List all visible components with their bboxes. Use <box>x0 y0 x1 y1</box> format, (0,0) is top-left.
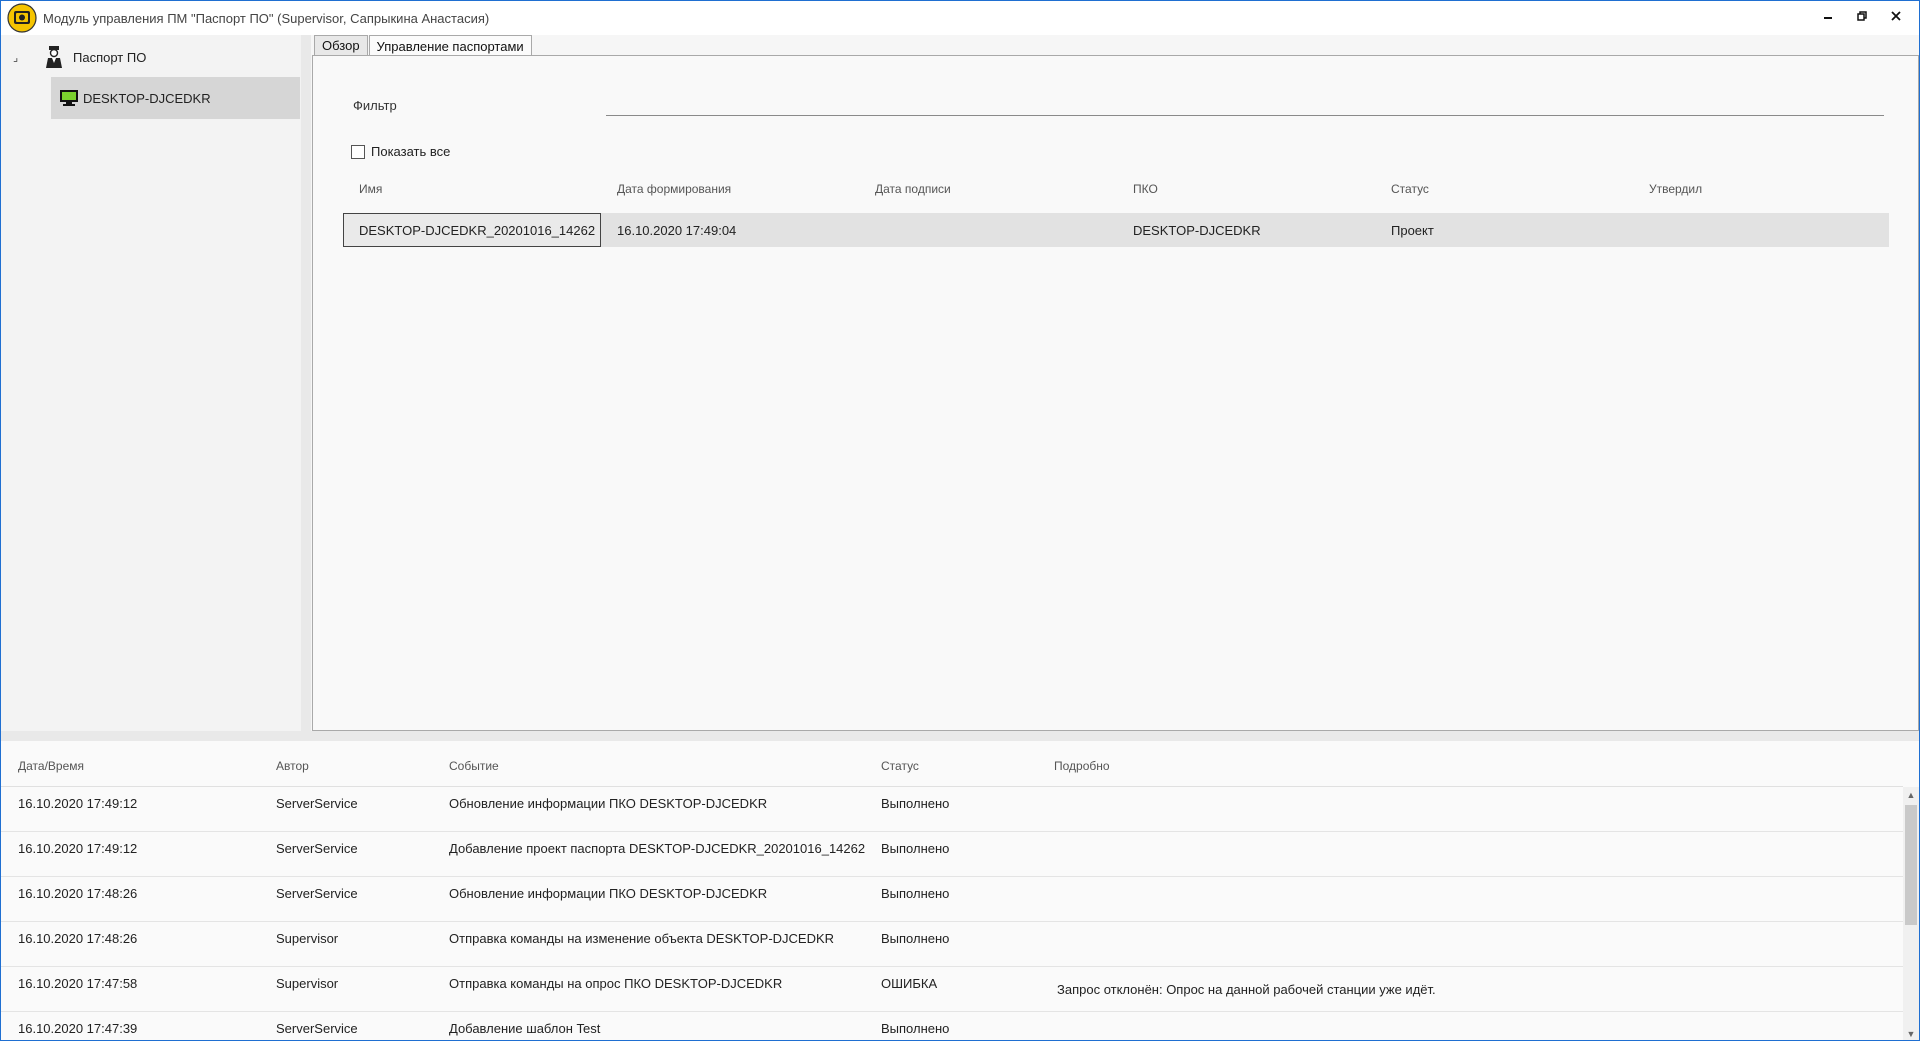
show-all-checkbox[interactable] <box>351 144 365 159</box>
log-grid-body: 16.10.2020 17:49:12 ServerService Обновл… <box>1 787 1903 1040</box>
scrollbar-thumb[interactable] <box>1905 805 1917 925</box>
passport-management-panel: Фильтр Показать все Имя Дата формировани… <box>312 55 1919 731</box>
log-cell-author: Supervisor <box>276 931 339 946</box>
log-cell-datetime: 16.10.2020 17:48:26 <box>18 931 138 946</box>
log-cell-author: Supervisor <box>276 976 339 991</box>
tab-overview[interactable]: Обзор <box>314 35 368 55</box>
log-cell-status: Выполнено <box>881 931 950 946</box>
log-grid-header: Дата/Время Автор Событие Статус Подробно <box>1 741 1903 787</box>
log-cell-details: Запрос отклонён: Опрос на данной рабочей… <box>1057 982 1436 997</box>
log-cell-author: ServerService <box>276 886 358 901</box>
show-all-label: Показать все <box>371 144 451 159</box>
log-column-event[interactable]: Событие <box>449 759 499 773</box>
log-cell-status: Выполнено <box>881 841 950 856</box>
column-header-pko[interactable]: ПКО <box>1133 182 1158 196</box>
log-column-author[interactable]: Автор <box>276 759 309 773</box>
log-cell-event: Отправка команды на изменение объекта DE… <box>449 931 835 946</box>
window-title: Модуль управления ПМ "Паспорт ПО" (Super… <box>43 10 490 26</box>
scroll-up-icon[interactable]: ▲ <box>1903 787 1919 803</box>
log-cell-datetime: 16.10.2020 17:47:58 <box>18 976 138 991</box>
vertical-splitter[interactable] <box>301 35 311 739</box>
filter-label: Фильтр <box>353 98 397 113</box>
window-controls <box>1811 1 1913 31</box>
scroll-down-icon[interactable]: ▼ <box>1903 1026 1919 1040</box>
log-cell-status: Выполнено <box>881 1021 950 1036</box>
cell-created: 16.10.2020 17:49:04 <box>617 222 737 238</box>
log-cell-datetime: 16.10.2020 17:49:12 <box>18 841 138 856</box>
log-scrollbar[interactable]: ▲ ▼ <box>1903 787 1919 1040</box>
cell-status: Проект <box>1391 222 1434 238</box>
title-bar: Модуль управления ПМ "Паспорт ПО" (Super… <box>1 1 1919 35</box>
log-cell-event: Обновление информации ПКО DESKTOP-DJCEDK… <box>449 886 768 901</box>
tree-item-root[interactable]: ⌟ Паспорт ПО <box>13 45 146 69</box>
cell-name[interactable]: DESKTOP-DJCEDKR_20201016_14262 <box>343 213 601 247</box>
log-cell-event: Добавление проект паспорта DESKTOP-DJCED… <box>449 841 866 856</box>
log-cell-event: Обновление информации ПКО DESKTOP-DJCEDK… <box>449 796 768 811</box>
tree-child-label: DESKTOP-DJCEDKR <box>83 90 211 106</box>
log-column-datetime[interactable]: Дата/Время <box>18 759 84 773</box>
column-header-signed[interactable]: Дата подписи <box>875 182 951 196</box>
log-cell-status: ОШИБКА <box>881 976 938 991</box>
show-all-checkbox-row[interactable]: Показать все <box>351 144 450 159</box>
log-cell-author: ServerService <box>276 1021 358 1036</box>
user-icon <box>46 46 62 68</box>
column-header-created[interactable]: Дата формирования <box>617 182 731 196</box>
log-cell-author: ServerService <box>276 841 358 856</box>
minimize-button[interactable] <box>1811 1 1845 31</box>
minimize-icon <box>1824 17 1832 19</box>
column-header-status[interactable]: Статус <box>1391 182 1429 196</box>
horizontal-splitter[interactable] <box>1 731 1919 741</box>
filter-input[interactable] <box>606 92 1884 116</box>
passport-grid-header: Имя Дата формирования Дата подписи ПКО С… <box>343 182 1889 202</box>
table-row[interactable]: 16.10.2020 17:47:58 Supervisor Отправка … <box>1 967 1903 1012</box>
log-column-details[interactable]: Подробно <box>1054 759 1110 773</box>
log-cell-datetime: 16.10.2020 17:48:26 <box>18 886 138 901</box>
restore-button[interactable] <box>1845 1 1879 31</box>
restore-icon <box>1857 11 1867 21</box>
app-window: Модуль управления ПМ "Паспорт ПО" (Super… <box>0 0 1920 1041</box>
close-icon <box>1891 11 1901 21</box>
log-cell-status: Выполнено <box>881 886 950 901</box>
log-cell-author: ServerService <box>276 796 358 811</box>
log-cell-event: Добавление шаблон Test <box>449 1021 601 1036</box>
log-cell-datetime: 16.10.2020 17:49:12 <box>18 796 138 811</box>
table-row[interactable]: DESKTOP-DJCEDKR_20201016_14262 16.10.202… <box>343 213 1889 247</box>
table-row[interactable]: 16.10.2020 17:47:39 ServerService Добавл… <box>1 1012 1903 1040</box>
log-cell-datetime: 16.10.2020 17:47:39 <box>18 1021 138 1036</box>
table-row[interactable]: 16.10.2020 17:49:12 ServerService Обновл… <box>1 787 1903 832</box>
column-header-approved[interactable]: Утвердил <box>1649 182 1702 196</box>
tab-strip: Обзор Управление паспортами <box>314 35 533 56</box>
close-button[interactable] <box>1879 1 1913 31</box>
tree-root-label: Паспорт ПО <box>73 49 147 65</box>
event-log-panel: Дата/Время Автор Событие Статус Подробно… <box>1 741 1919 1040</box>
tree-expander-icon[interactable]: ⌟ <box>13 51 25 64</box>
tab-passport-management[interactable]: Управление паспортами <box>368 35 532 56</box>
table-row[interactable]: 16.10.2020 17:48:26 ServerService Обновл… <box>1 877 1903 922</box>
cell-pko: DESKTOP-DJCEDKR <box>1133 222 1261 238</box>
tree-panel: ⌟ Паспорт ПО DESKTOP-DJCEDKR <box>1 35 301 735</box>
log-cell-event: Отправка команды на опрос ПКО DESKTOP-DJ… <box>449 976 783 991</box>
table-row[interactable]: 16.10.2020 17:48:26 Supervisor Отправка … <box>1 922 1903 967</box>
tree-item-desktop[interactable]: DESKTOP-DJCEDKR <box>51 77 300 119</box>
table-row[interactable]: 16.10.2020 17:49:12 ServerService Добавл… <box>1 832 1903 877</box>
app-logo-icon <box>5 1 39 35</box>
computer-icon <box>60 90 78 106</box>
log-cell-status: Выполнено <box>881 796 950 811</box>
column-header-name[interactable]: Имя <box>359 182 382 196</box>
log-column-status[interactable]: Статус <box>881 759 919 773</box>
